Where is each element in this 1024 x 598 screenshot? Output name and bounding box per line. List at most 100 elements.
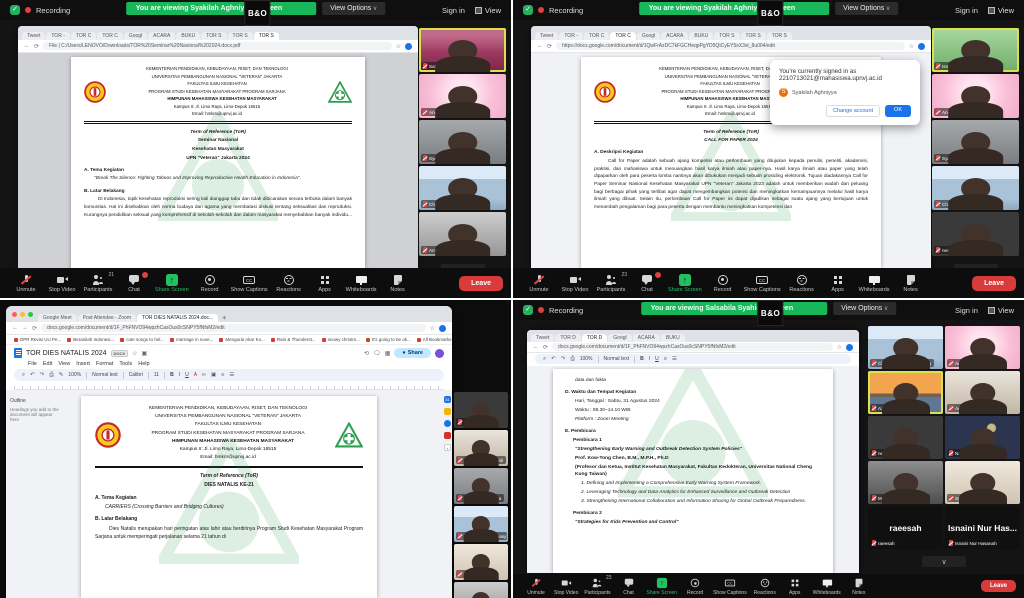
image-icon[interactable]: ▣ bbox=[211, 372, 216, 378]
search-icon[interactable]: ⌕ bbox=[543, 356, 546, 363]
browser-tab[interactable]: ACARA bbox=[661, 32, 688, 40]
browser-profile-avatar[interactable] bbox=[846, 344, 853, 351]
toolbar-button[interactable]: Share Screen bbox=[665, 274, 705, 293]
style-select[interactable]: Normal text bbox=[92, 372, 118, 378]
view-button[interactable]: View bbox=[988, 6, 1014, 15]
toolbar-button[interactable]: Notes bbox=[380, 274, 416, 293]
sign-in-button[interactable]: Sign in bbox=[955, 306, 978, 315]
redo-icon[interactable]: ↷ bbox=[40, 372, 45, 378]
print-icon[interactable]: ⎙ bbox=[49, 372, 53, 379]
meeting-security-icon[interactable] bbox=[523, 5, 533, 15]
participant-tile[interactable]: raeesah raeesah bbox=[868, 506, 943, 549]
toolbar-button[interactable]: Unmute bbox=[8, 274, 44, 293]
toolbar-button[interactable]: Show Captions bbox=[741, 274, 784, 293]
browser-tab[interactable]: TOR S bbox=[254, 32, 279, 40]
view-options-button[interactable]: View Options bbox=[322, 2, 385, 15]
toolbar-button[interactable]: Notes bbox=[893, 274, 929, 293]
toolbar-button[interactable]: Notes bbox=[844, 577, 874, 596]
bookmark-item[interactable]: Mengurai Akar Ko... bbox=[219, 337, 265, 342]
participant-tile[interactable]: Isnaini Nur Has... Isnaini Nur Hasanah bbox=[945, 506, 1020, 549]
browser-profile-avatar[interactable] bbox=[405, 43, 412, 50]
participant-tile[interactable]: Syakilah Aghniyya bbox=[932, 120, 1019, 164]
sign-in-button[interactable]: Sign in bbox=[955, 6, 978, 15]
menu-item[interactable]: Help bbox=[138, 361, 149, 367]
browser-tab[interactable]: BUKU bbox=[176, 32, 200, 40]
bookmark-star-icon[interactable]: ☆ bbox=[396, 43, 401, 50]
back-icon[interactable]: ← bbox=[537, 43, 543, 49]
toolbar-button[interactable]: Reactions bbox=[271, 274, 307, 293]
toolbar-button[interactable]: 23 Participants bbox=[581, 577, 613, 596]
font-select[interactable]: Calibri bbox=[129, 372, 143, 378]
toolbar-button[interactable]: Reactions bbox=[784, 274, 820, 293]
star-icon[interactable]: ☆ bbox=[132, 350, 137, 357]
bold-button[interactable]: B bbox=[640, 356, 644, 362]
browser-tab[interactable]: TOR - bbox=[46, 32, 70, 40]
browser-tab[interactable]: TOR S bbox=[741, 32, 766, 40]
participant-tile[interactable]: raeesah bbox=[454, 544, 508, 580]
toolbar-button[interactable]: Stop Video bbox=[557, 274, 593, 293]
toolbar-button[interactable]: Record bbox=[192, 274, 228, 293]
browser-tab[interactable]: Google Meet bbox=[38, 314, 77, 322]
reload-icon[interactable]: ⟳ bbox=[547, 43, 552, 50]
comment-icon[interactable]: 🗨 bbox=[373, 350, 381, 357]
participant-tile[interactable]: Syakilah Aghniyya bbox=[419, 120, 506, 164]
leave-button[interactable]: Leave bbox=[972, 276, 1016, 291]
align-icon[interactable]: ≡ bbox=[664, 356, 667, 362]
font-size-input[interactable]: 11 bbox=[154, 372, 159, 378]
calendar-icon[interactable]: 31 bbox=[444, 396, 451, 403]
search-icon[interactable]: ⌕ bbox=[22, 372, 25, 379]
toolbar-button[interactable]: Show Captions bbox=[228, 274, 271, 293]
browser-tab[interactable]: TOR S bbox=[201, 32, 226, 40]
browser-tab[interactable]: BUKU bbox=[689, 32, 713, 40]
back-icon[interactable]: ← bbox=[12, 325, 18, 331]
participant-tile[interactable]: Indah Suci Lathifah bbox=[454, 430, 508, 466]
participant-tile[interactable]: Annisa Agustiani bbox=[932, 74, 1019, 118]
view-options-button[interactable]: View Options bbox=[833, 302, 896, 315]
print-icon[interactable]: ⎙ bbox=[570, 356, 574, 363]
docs-ruler[interactable] bbox=[14, 383, 444, 390]
paint-format-icon[interactable]: ✎ bbox=[59, 372, 64, 378]
bookmark-item[interactable]: It's going to be ok... bbox=[366, 337, 411, 342]
browser-tab[interactable]: Tweet bbox=[22, 32, 45, 40]
participant-tile[interactable]: Amara Rhey Nadita bbox=[419, 212, 506, 256]
back-icon[interactable]: ← bbox=[24, 43, 30, 49]
menu-item[interactable]: File bbox=[28, 361, 37, 367]
browser-tab[interactable]: TOR D bbox=[555, 334, 580, 342]
browser-tab[interactable]: TOR C bbox=[97, 32, 122, 40]
participant-tile[interactable]: Azzahra Afriyahvinna bbox=[868, 371, 943, 414]
toolbar-button[interactable]: Apps bbox=[820, 274, 856, 293]
leave-button[interactable]: Leave bbox=[459, 276, 503, 291]
zoom-select[interactable]: 100% bbox=[580, 356, 593, 362]
bold-button[interactable]: B bbox=[170, 372, 174, 378]
browser-tab[interactable]: Googl bbox=[637, 32, 660, 40]
participant-tile[interactable]: Safiana Urfa bbox=[419, 28, 506, 72]
participant-tile[interactable]: Monega Fariza Nyshara bbox=[868, 461, 943, 504]
underline-button[interactable]: U bbox=[655, 356, 659, 362]
toolbar-button[interactable]: Chat bbox=[614, 577, 644, 596]
participant-tile[interactable]: Annisa Agustiani bbox=[419, 74, 506, 118]
toolbar-button[interactable]: Whiteboards bbox=[856, 274, 893, 293]
document-page[interactable]: data dan faktaD. Waktu dan Tempat Kegiat… bbox=[553, 369, 833, 573]
view-button[interactable]: View bbox=[988, 306, 1014, 315]
toolbar-button[interactable]: Share Screen bbox=[152, 274, 192, 293]
browser-profile-avatar[interactable] bbox=[439, 325, 446, 332]
bookmark-star-icon[interactable]: ☆ bbox=[909, 43, 914, 50]
url-input[interactable]: https://docs.google.com/document/d/1QwFr… bbox=[556, 42, 905, 50]
menu-item[interactable]: Format bbox=[96, 361, 113, 367]
bookmark-item[interactable]: Beranilah Indonesi... bbox=[67, 337, 114, 342]
zoom-select[interactable]: 100% bbox=[68, 372, 81, 378]
change-account-button[interactable]: Change account bbox=[826, 105, 880, 117]
browser-tab[interactable]: TOR S bbox=[767, 32, 792, 40]
participant-tile[interactable]: Syakilah Aghniyya bbox=[454, 468, 508, 504]
browser-tab[interactable]: Tweet bbox=[531, 334, 554, 342]
forward-icon[interactable]: → bbox=[22, 325, 28, 331]
bookmark-item[interactable]: cute songs to hel... bbox=[120, 337, 164, 342]
toolbar-button[interactable]: Chat bbox=[116, 274, 152, 293]
browser-tab[interactable]: BUKU bbox=[661, 334, 685, 342]
participant-tile[interactable]: Nadilla Auulia Fitri bbox=[945, 416, 1020, 459]
document-title[interactable]: TOR DIES NATALIS 2024 bbox=[26, 350, 107, 357]
history-icon[interactable]: ⟲ bbox=[364, 350, 369, 357]
back-icon[interactable]: ← bbox=[533, 344, 539, 350]
participant-tile[interactable]: nessa amira bbox=[454, 392, 508, 428]
participant-tile[interactable]: Chandrayani Simanjorang bbox=[454, 506, 508, 542]
